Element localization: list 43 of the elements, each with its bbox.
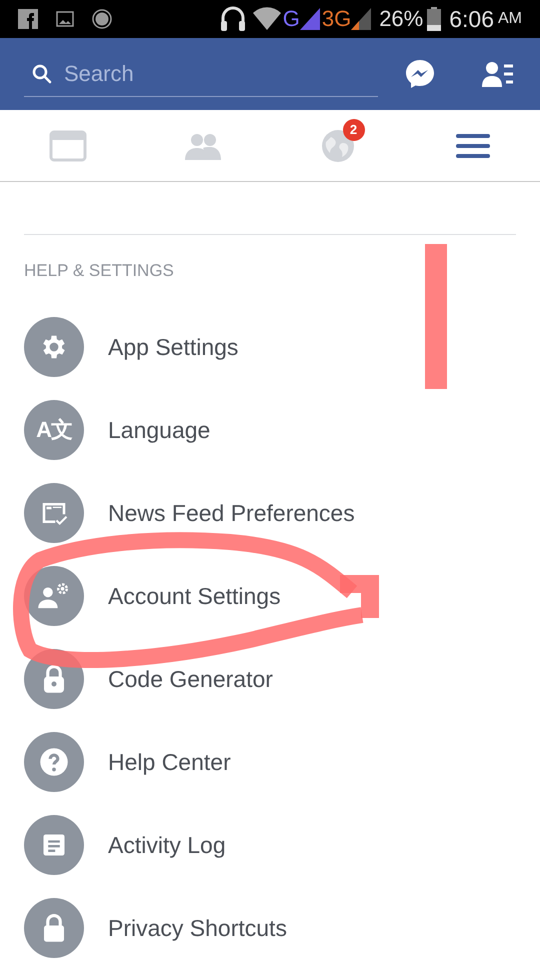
menu-item-label: Account Settings: [108, 582, 281, 611]
menu-item[interactable]: Privacy Shortcuts: [0, 898, 540, 958]
search-field[interactable]: Search: [24, 51, 378, 97]
help-icon: [39, 747, 69, 777]
section-header: HELP & SETTINGS: [23, 260, 175, 282]
wifi-icon: [252, 7, 281, 31]
menu-item[interactable]: Account Settings: [0, 566, 540, 626]
network-type: G: [282, 8, 300, 30]
menu-item-label: Language: [108, 416, 210, 445]
menu-item[interactable]: News Feed Preferences: [0, 483, 540, 543]
news-feed-icon: [48, 130, 86, 162]
menu-item-label: News Feed Preferences: [108, 498, 355, 528]
menu-item[interactable]: Code Generator: [0, 649, 540, 709]
lock-icon: [41, 664, 67, 694]
menu-item[interactable]: Help Center: [0, 732, 540, 792]
language-icon: A文: [36, 419, 72, 441]
search-icon: [32, 64, 52, 84]
image-icon: [56, 11, 74, 27]
signal-icon: [300, 8, 320, 30]
menu-item[interactable]: A文 Language: [0, 400, 540, 460]
menu-item-label: Code Generator: [108, 664, 273, 694]
facebook-notification-icon: [18, 9, 38, 29]
person-list-icon: [482, 60, 514, 88]
menu-item-label: App Settings: [108, 332, 238, 362]
menu-item-label: Privacy Shortcuts: [108, 914, 287, 943]
menu-item[interactable]: App Settings: [0, 317, 540, 377]
menu-item-label: Help Center: [108, 748, 231, 777]
clock: 6:06: [449, 8, 494, 30]
radio-icon: [92, 9, 112, 29]
menu-item-label: Activity Log: [108, 830, 226, 860]
notification-badge: 2: [342, 118, 364, 140]
search-input[interactable]: Search: [64, 57, 344, 90]
lock-icon: [41, 913, 67, 943]
menu-icon: [456, 132, 490, 158]
menu-item[interactable]: Activity Log: [0, 815, 540, 875]
messenger-icon: [404, 58, 436, 90]
headphones-icon: [218, 6, 247, 32]
person-gear-icon: [37, 581, 71, 611]
network-type: 3G: [322, 8, 352, 30]
battery-icon: [427, 7, 442, 31]
battery-percent: 26%: [379, 8, 424, 30]
clock-am-pm: AM: [498, 11, 522, 27]
signal-icon: [351, 8, 372, 30]
